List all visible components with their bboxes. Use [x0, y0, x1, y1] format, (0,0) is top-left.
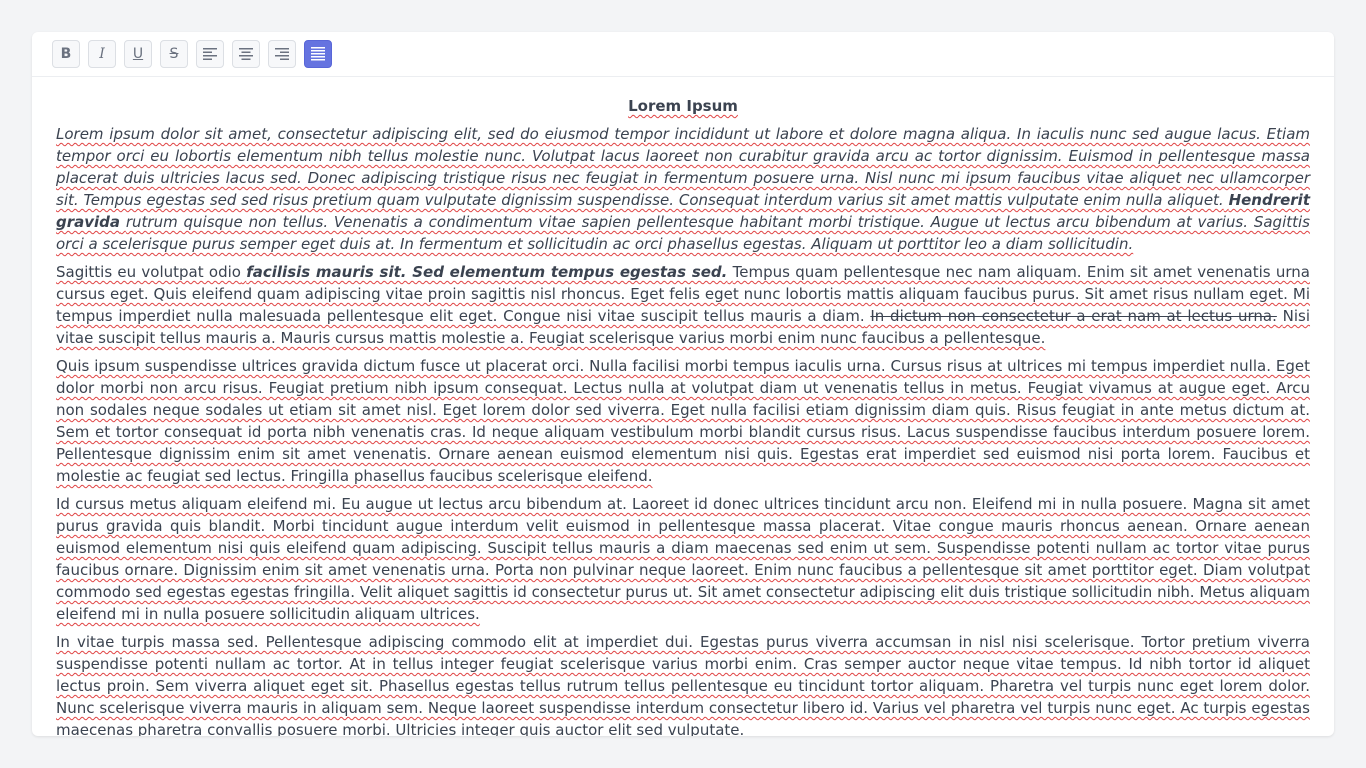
- editor-content[interactable]: Lorem Ipsum Lorem ipsum dolor sit amet, …: [32, 77, 1334, 736]
- paragraph-3: Quis ipsum suspendisse ultrices gravida …: [56, 357, 1310, 485]
- rich-text-editor: B I U S Lorem Ipsum Lorem ipsum dolor si…: [32, 32, 1334, 736]
- document-title: Lorem Ipsum: [628, 97, 738, 115]
- paragraph-1: Lorem ipsum dolor sit amet, consectetur …: [56, 125, 1310, 253]
- formatting-toolbar: B I U S: [32, 32, 1334, 77]
- align-right-button[interactable]: [268, 40, 296, 68]
- bold-italic-text-run: facilisis mauris sit. Sed elementum temp…: [246, 263, 728, 281]
- italic-button[interactable]: I: [88, 40, 116, 68]
- bold-icon: B: [60, 46, 72, 62]
- paragraph-5: In vitae turpis massa sed. Pellentesque …: [56, 633, 1310, 736]
- align-left-icon: [203, 48, 217, 60]
- align-justify-icon: [311, 47, 325, 61]
- italic-icon: I: [99, 46, 105, 62]
- paragraph-4: Id cursus metus aliquam eleifend mi. Eu …: [56, 495, 1310, 623]
- align-left-button[interactable]: [196, 40, 224, 68]
- underline-icon: U: [132, 46, 144, 62]
- align-right-icon: [275, 48, 289, 60]
- bold-button[interactable]: B: [52, 40, 80, 68]
- strikethrough-icon: S: [169, 46, 179, 62]
- underline-button[interactable]: U: [124, 40, 152, 68]
- paragraph-2: Sagittis eu volutpat odio facilisis maur…: [56, 263, 1311, 347]
- strikethrough-button[interactable]: S: [160, 40, 188, 68]
- strikethrough-text-run: In dictum non consectetur a erat nam at …: [870, 307, 1277, 325]
- align-center-button[interactable]: [232, 40, 260, 68]
- align-justify-button[interactable]: [304, 40, 332, 68]
- align-center-icon: [239, 48, 253, 60]
